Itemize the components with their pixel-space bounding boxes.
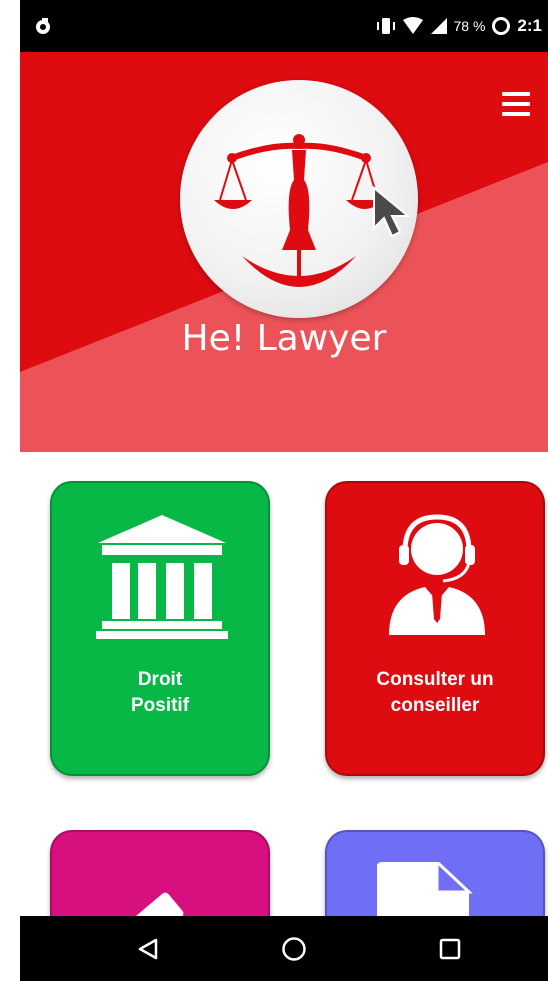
recents-square-icon [439, 938, 461, 959]
tile-label: Consulter un conseiller [376, 669, 494, 716]
app-header: He! Lawyer [20, 52, 548, 452]
status-bar: 78 % 2:1 [20, 0, 548, 52]
signal-icon [430, 18, 447, 34]
app-notification-icon [36, 18, 50, 34]
tile-droit-positif[interactable]: Droit Positif [50, 481, 270, 776]
system-navigation-bar [20, 916, 548, 981]
advisor-headset-icon [389, 514, 485, 635]
back-button[interactable] [118, 916, 178, 981]
tile-consulter-conseiller[interactable]: Consulter un conseiller [325, 481, 545, 776]
menu-line [502, 102, 530, 106]
app-screen: 78 % 2:1 He! Lawyer Droit Positif Consul… [0, 0, 548, 981]
battery-percentage: 78 % [453, 18, 486, 34]
wifi-icon [402, 17, 423, 34]
back-triangle-icon [138, 938, 158, 959]
tile-label: Droit Positif [130, 669, 190, 716]
hamburger-menu-button[interactable] [502, 92, 530, 116]
menu-line [502, 92, 530, 96]
home-circle-icon [282, 936, 306, 961]
menu-line [502, 112, 530, 116]
vibrate-icon [376, 18, 395, 34]
clock-time: 2:1 [517, 16, 542, 35]
courthouse-icon [96, 515, 228, 639]
app-title: He! Lawyer [181, 318, 387, 359]
mouse-pointer-icon [373, 186, 411, 238]
home-button[interactable] [264, 916, 324, 981]
recents-button[interactable] [420, 916, 480, 981]
battery-ring-icon [492, 17, 511, 35]
